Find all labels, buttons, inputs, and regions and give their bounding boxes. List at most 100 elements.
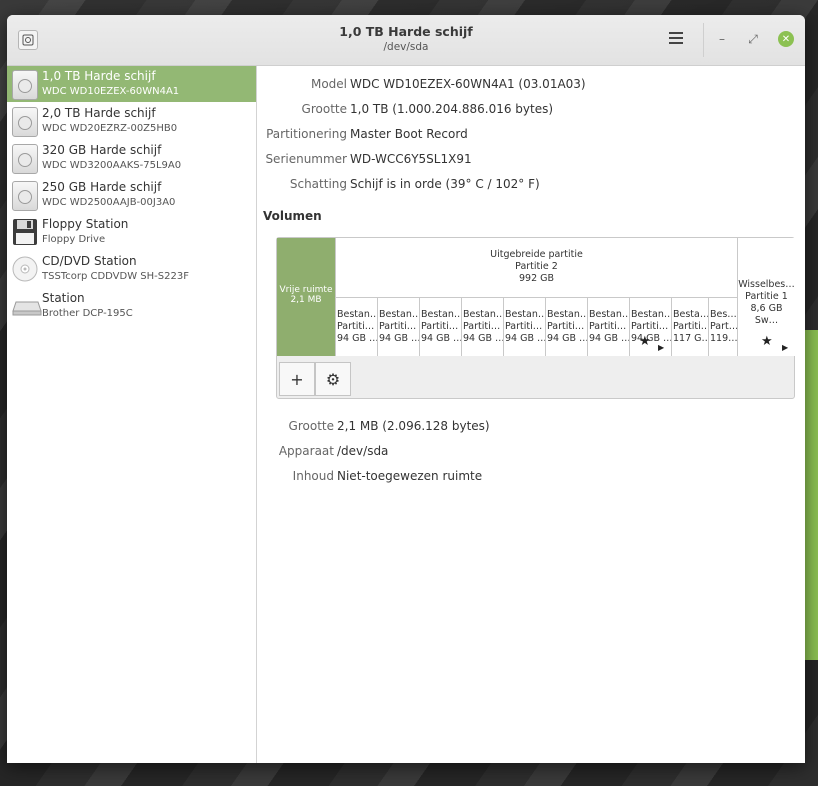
logical-partition[interactable]: Bestan… Partiti… 94 GB …	[546, 298, 588, 356]
volume-label: Uitgebreide partitie	[490, 249, 583, 260]
volume-partition: Partiti…	[631, 321, 669, 332]
hard-disk-icon	[12, 181, 38, 211]
volume-size: 94 GB …	[463, 333, 504, 344]
volume-label: Wisselbes…	[738, 279, 795, 290]
volume-free-space[interactable]: Vrije ruimte 2,1 MB	[277, 238, 335, 356]
volume-label: Bes…	[710, 309, 737, 320]
drive-desc: WDC WD10EZEX-60WN4A1	[42, 86, 180, 97]
volume-size: 94 GB …	[547, 333, 588, 344]
logical-partition-mounted[interactable]: Bestan… Partiti… 94 GB … ★ ▶	[630, 298, 672, 356]
volume-label: Vrije ruimte	[279, 285, 333, 295]
logical-partition[interactable]: Bestan… Partiti… 94 GB …	[420, 298, 462, 356]
logical-partition[interactable]: Bestan… Partiti… 94 GB …	[504, 298, 546, 356]
size-value: 1,0 TB (1.000.204.886.016 bytes)	[350, 102, 554, 116]
logical-partition[interactable]: Bestan… Partiti… 94 GB …	[462, 298, 504, 356]
drive-name: 1,0 TB Harde schijf	[42, 69, 156, 83]
selected-size-value: 2,1 MB (2.096.128 bytes)	[337, 419, 490, 433]
volume-size: 117 G…	[673, 333, 709, 344]
selected-device-label: Apparaat	[278, 444, 334, 458]
disks-window: 1,0 TB Harde schijf /dev/sda – ⤢ ✕ 1,0 T…	[7, 15, 805, 763]
volume-label: Bestan…	[379, 309, 420, 320]
volume-label: Besta…	[673, 309, 709, 320]
drive-desc: Brother DCP-195C	[42, 308, 133, 319]
volume-label: Bestan…	[463, 309, 504, 320]
assessment-value: Schijf is in orde (39° C / 102° F)	[350, 177, 540, 191]
selected-content-label: Inhoud	[292, 469, 334, 483]
title-bar[interactable]: 1,0 TB Harde schijf /dev/sda – ⤢ ✕	[7, 15, 805, 66]
volume-size: 8,6 GB Sw…	[750, 303, 783, 326]
model-label: Model	[310, 77, 347, 91]
volume-label: Bestan…	[505, 309, 546, 320]
volume-partition: Part…	[710, 321, 737, 332]
volumes-title: Volumen	[263, 209, 322, 223]
volume-size: 94 GB …	[631, 333, 672, 344]
drive-item-floppy[interactable]: Floppy Station Floppy Drive	[7, 214, 256, 250]
selected-size-label: Grootte	[288, 419, 334, 433]
hard-disk-icon	[12, 107, 38, 137]
model-value: WDC WD10EZEX-60WN4A1 (03.01A03)	[350, 77, 586, 91]
extended-partition-header[interactable]: Uitgebreide partitie Partitie 2 992 GB	[336, 238, 737, 298]
volume-extended-partition: Uitgebreide partitie Partitie 2 992 GB B…	[335, 238, 737, 356]
volume-partition: Partiti…	[505, 321, 543, 332]
volume-size: 2,1 MB	[290, 295, 322, 305]
drive-item-2tb[interactable]: 2,0 TB Harde schijf WDC WD20EZRZ-00Z5HB0	[7, 103, 256, 139]
drive-name: 2,0 TB Harde schijf	[42, 106, 156, 120]
volumes-map: Vrije ruimte 2,1 MB Uitgebreide partitie…	[276, 237, 795, 399]
volume-swap-partition[interactable]: Wisselbes… Partitie 1 8,6 GB Sw… ★ ▶	[737, 238, 795, 356]
volume-label: Bestan…	[631, 309, 672, 320]
menu-icon-bar	[669, 37, 683, 39]
volume-partition: Partiti…	[421, 321, 459, 332]
volume-size: 94 GB …	[589, 333, 630, 344]
drive-item-cd-dvd[interactable]: CD/DVD Station TSSTcorp CDDVDW SH-S223F	[7, 251, 256, 287]
volume-size: 992 GB	[518, 273, 555, 284]
selected-device-value: /dev/sda	[337, 444, 389, 458]
hamburger-menu-button[interactable]	[669, 32, 683, 46]
volume-label: Bestan…	[547, 309, 588, 320]
hard-disk-icon	[12, 70, 38, 100]
volume-partition: Partiti…	[673, 321, 709, 332]
drive-item-station[interactable]: Station Brother DCP-195C	[7, 288, 256, 324]
logical-partition[interactable]: Bestan… Partiti… 94 GB …	[378, 298, 420, 356]
drive-name: 250 GB Harde schijf	[42, 180, 162, 194]
volume-partition: Partiti…	[337, 321, 375, 332]
drive-item-320gb[interactable]: 320 GB Harde schijf WDC WD3200AAKS-75L9A…	[7, 140, 256, 176]
drive-desc: WDC WD2500AAJB-00J3A0	[42, 197, 176, 208]
logical-partition[interactable]: Bes… Part… 119…	[709, 298, 737, 356]
volume-label: Bestan…	[337, 309, 378, 320]
drive-name: Station	[42, 291, 85, 305]
drive-desc: TSSTcorp CDDVDW SH-S223F	[42, 271, 189, 282]
drive-item-1tb[interactable]: 1,0 TB Harde schijf WDC WD10EZEX-60WN4A1	[7, 66, 256, 102]
volume-size: 94 GB …	[421, 333, 462, 344]
assessment-label: Schatting	[289, 177, 347, 191]
window-title: 1,0 TB Harde schijf	[339, 24, 473, 39]
volume-size: 94 GB …	[337, 333, 378, 344]
volume-partition: Partiti…	[589, 321, 627, 332]
volume-partition: Partiti…	[463, 321, 501, 332]
drive-list: 1,0 TB Harde schijf WDC WD10EZEX-60WN4A1…	[7, 66, 257, 763]
selected-content-value: Niet-toegewezen ruimte	[337, 469, 483, 483]
add-partition-button[interactable]: +	[279, 362, 315, 396]
close-button[interactable]: ✕	[778, 31, 794, 47]
restore-button[interactable]: ⤢	[745, 31, 761, 47]
removable-drive-icon	[12, 292, 42, 320]
floppy-icon	[12, 218, 38, 246]
drive-name: CD/DVD Station	[42, 254, 137, 268]
logical-partition[interactable]: Besta… Partiti… 117 G…	[672, 298, 709, 356]
star-icon: ★	[761, 334, 773, 349]
drive-item-250gb[interactable]: 250 GB Harde schijf WDC WD2500AAJB-00J3A…	[7, 177, 256, 213]
titlebar-separator	[703, 23, 704, 57]
minimize-button[interactable]: –	[714, 31, 730, 47]
logical-partition[interactable]: Bestan… Partiti… 94 GB …	[336, 298, 378, 356]
drive-details-panel: Model WDC WD10EZEX-60WN4A1 (03.01A03) Gr…	[257, 66, 805, 763]
volume-size: 119…	[710, 333, 737, 344]
volume-size: 94 GB …	[505, 333, 546, 344]
logical-partition[interactable]: Bestan… Partiti… 94 GB …	[588, 298, 630, 356]
volume-label: Bestan…	[589, 309, 630, 320]
volume-partition: Partitie 1	[745, 291, 788, 302]
drive-desc: WDC WD3200AAKS-75L9A0	[42, 160, 182, 171]
partition-settings-button[interactable]: ⚙	[315, 362, 351, 396]
star-icon: ★	[639, 334, 651, 349]
volume-partition: Partiti…	[379, 321, 417, 332]
volume-label: Bestan…	[421, 309, 462, 320]
hard-disk-icon	[12, 144, 38, 174]
